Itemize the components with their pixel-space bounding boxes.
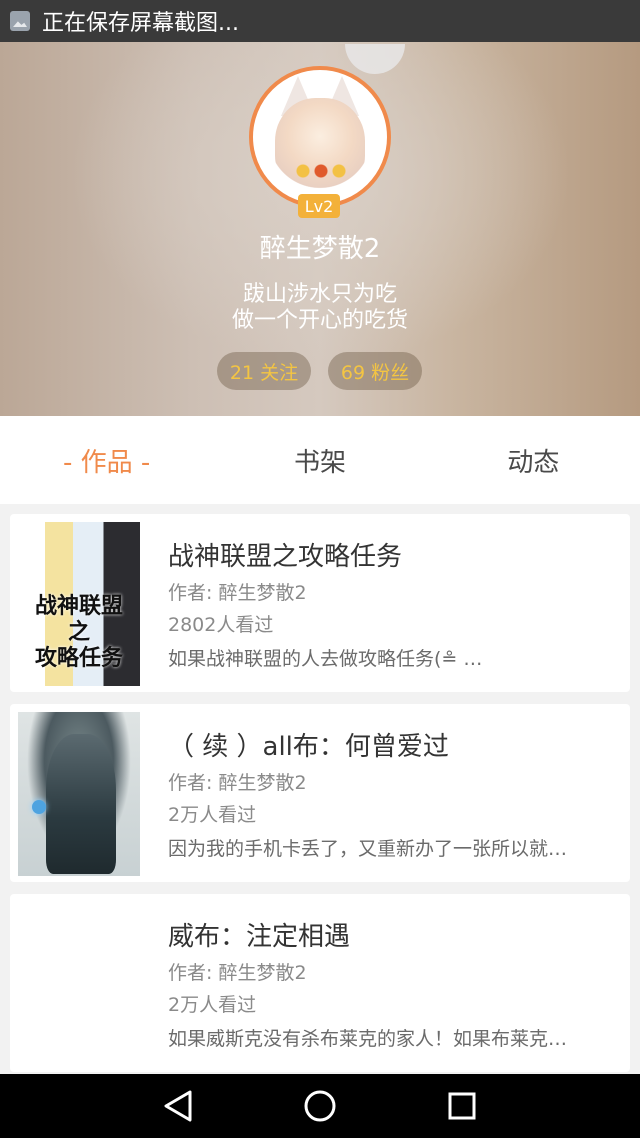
work-author: 作者: 醉生梦散2 — [168, 962, 307, 984]
bio: 跋山涉水只为吃 做一个开心的吃货 — [0, 282, 640, 334]
profile-tabs: - 作品 - 书架 动态 — [0, 416, 640, 504]
work-card[interactable]: 战神联盟 之 攻略任务 战神联盟之攻略任务 作者: 醉生梦散2 2802人看过 … — [10, 514, 630, 692]
tab-bookshelf[interactable]: 书架 — [213, 442, 426, 479]
bio-line-1: 跋山涉水只为吃 — [242, 282, 397, 307]
work-description: 因为我的手机卡丢了，又重新办了一张所以就… — [168, 838, 568, 860]
status-bar: 正在保存屏幕截图... — [0, 0, 640, 42]
back-icon[interactable] — [160, 1088, 196, 1124]
work-author: 作者: 醉生梦散2 — [168, 772, 307, 794]
work-views: 2万人看过 — [168, 804, 257, 826]
work-description: 如果威斯克没有杀布莱克的家人！如果布莱克… — [168, 1028, 568, 1050]
avatar-bells — [293, 164, 349, 178]
work-cover[interactable] — [18, 712, 140, 876]
work-views: 2802人看过 — [168, 614, 274, 636]
cover-title-text: 战神联盟 之 攻略任务 — [34, 594, 123, 671]
work-card[interactable]: （ 续 ）all布：何曾爱过 作者: 醉生梦散2 2万人看过 因为我的手机卡丢了… — [10, 704, 630, 882]
work-views: 2万人看过 — [168, 994, 257, 1016]
tab-works[interactable]: - 作品 - — [0, 442, 213, 479]
username: 醉生梦散2 — [259, 234, 381, 264]
work-cover[interactable]: 战神联盟 之 攻略任务 — [18, 522, 140, 686]
work-title[interactable]: 威布：注定相遇 — [168, 916, 350, 953]
header-decoration — [345, 44, 405, 74]
following-button[interactable]: 21 关注 — [217, 352, 311, 390]
work-description: 如果战神联盟的人去做攻略任务(≗ … — [168, 648, 483, 670]
cover-figure — [46, 734, 116, 874]
cover-orb — [32, 800, 46, 814]
profile-header: Lv2 醉生梦散2 跋山涉水只为吃 做一个开心的吃货 21 关注 69 粉丝 — [0, 42, 640, 416]
level-badge: Lv2 — [298, 194, 340, 218]
recent-apps-icon[interactable] — [444, 1088, 480, 1124]
work-cover[interactable] — [18, 902, 140, 1066]
system-nav-bar — [0, 1074, 640, 1138]
home-icon[interactable] — [302, 1088, 338, 1124]
image-icon — [10, 11, 30, 31]
tab-activity[interactable]: 动态 — [427, 442, 640, 479]
notification-text: 正在保存屏幕截图... — [42, 11, 239, 36]
avatar-face — [275, 98, 365, 194]
avatar[interactable] — [249, 66, 391, 208]
bio-line-2: 做一个开心的吃货 — [231, 308, 408, 333]
work-title[interactable]: （ 续 ）all布：何曾爱过 — [168, 726, 449, 763]
work-title[interactable]: 战神联盟之攻略任务 — [168, 536, 402, 573]
work-author: 作者: 醉生梦散2 — [168, 582, 307, 604]
fans-button[interactable]: 69 粉丝 — [328, 352, 422, 390]
work-card[interactable]: 威布：注定相遇 作者: 醉生梦散2 2万人看过 如果威斯克没有杀布莱克的家人！如… — [10, 894, 630, 1072]
